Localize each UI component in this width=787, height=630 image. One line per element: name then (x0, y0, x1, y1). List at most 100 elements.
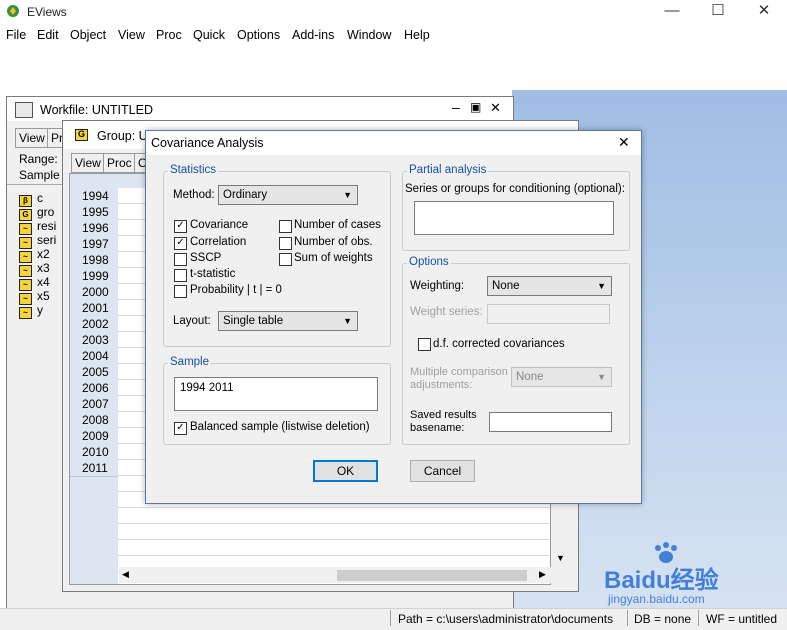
maximize-icon[interactable]: ☐ (695, 0, 741, 24)
menu-quick[interactable]: Quick (193, 28, 225, 42)
status-wf: WF = untitled (706, 612, 778, 626)
sum-of-weights-checkbox[interactable] (279, 253, 292, 266)
row-header-year[interactable]: 2005 (70, 364, 118, 381)
minimize-icon[interactable]: — (649, 0, 695, 24)
method-select[interactable]: Ordinary ▼ (218, 185, 358, 205)
sample-input[interactable]: 1994 2011 (174, 377, 378, 411)
status-separator (627, 610, 628, 626)
weight-series-input[interactable] (487, 304, 610, 324)
chevron-down-icon: ▼ (597, 372, 606, 382)
probability-label: Probability | t | = 0 (190, 284, 282, 296)
adjustments-label: adjustments: (410, 379, 473, 391)
dialog-titlebar[interactable]: Covariance Analysis ✕ (146, 131, 641, 155)
range-label: Range: (19, 152, 58, 166)
workfile-minimize-icon[interactable]: – (452, 99, 460, 115)
method-label: Method: (173, 189, 215, 201)
menu-object[interactable]: Object (70, 28, 106, 42)
balanced-sample-label: Balanced sample (listwise deletion) (190, 421, 370, 433)
weighting-select[interactable]: None ▼ (487, 276, 612, 296)
workfile-view-button[interactable]: View (15, 128, 49, 148)
layout-select[interactable]: Single table ▼ (218, 311, 358, 331)
row-header-year[interactable]: 1998 (70, 252, 118, 269)
workfile-maximize-icon[interactable]: ▣ (470, 100, 481, 114)
row-header-year[interactable]: 2000 (70, 284, 118, 301)
dialog-title: Covariance Analysis (151, 136, 264, 150)
covariance-label: Covariance (190, 219, 249, 231)
chevron-down-icon: ▼ (343, 316, 352, 326)
multiple-comparison-select[interactable]: None ▼ (511, 367, 612, 387)
chevron-down-icon: ▼ (343, 190, 352, 200)
sum-of-weights-label: Sum of weights (294, 252, 373, 264)
menu-help[interactable]: Help (404, 28, 430, 42)
multiple-comparison-label: Multiple comparison (410, 366, 508, 378)
row-header-year[interactable]: 2001 (70, 300, 118, 317)
status-path: Path = c:\users\administrator\documents (398, 612, 614, 626)
series-icon: ~ (19, 307, 32, 319)
row-header-year[interactable]: 2003 (70, 332, 118, 349)
dialog-close-icon[interactable]: ✕ (618, 134, 630, 151)
ok-button[interactable]: OK (313, 460, 378, 482)
row-header-year[interactable]: 2004 (70, 348, 118, 365)
basename-input[interactable] (489, 412, 612, 432)
horizontal-scrollbar[interactable]: ◀ ▶ (119, 567, 551, 583)
menu-addins[interactable]: Add-ins (292, 28, 334, 42)
balanced-sample-checkbox[interactable]: ✓ (174, 422, 187, 435)
row-header-year[interactable]: 2002 (70, 316, 118, 333)
divider (7, 184, 63, 185)
app-titlebar: EViews — ☐ ✕ (0, 0, 787, 24)
row-header-year[interactable]: 1996 (70, 220, 118, 237)
menu-edit[interactable]: Edit (37, 28, 59, 42)
cancel-button[interactable]: Cancel (410, 460, 475, 482)
row-header-year[interactable]: 1994 (70, 188, 118, 205)
weight-series-label: Weight series: (410, 306, 483, 318)
row-header-year[interactable]: 2011 (70, 460, 118, 477)
workfile-titlebar[interactable]: Workfile: UNTITLED – ▣ ✕ (7, 97, 513, 121)
scroll-right-icon[interactable]: ▶ (539, 569, 546, 580)
scroll-left-icon[interactable]: ◀ (122, 569, 129, 580)
row-header-year[interactable]: 2009 (70, 428, 118, 445)
group-proc-button[interactable]: Proc (103, 153, 136, 173)
correlation-checkbox[interactable]: ✓ (174, 237, 187, 250)
number-of-cases-checkbox[interactable] (279, 220, 292, 233)
t-statistic-label: t-statistic (190, 268, 236, 280)
watermark-sub-text: jingyan.baidu.com (608, 592, 705, 606)
scroll-thumb[interactable] (337, 570, 527, 581)
row-header-year[interactable]: 1995 (70, 204, 118, 221)
app-title: EViews (27, 5, 67, 19)
covariance-checkbox[interactable]: ✓ (174, 220, 187, 233)
df-corrected-label: d.f. corrected covariances (433, 338, 565, 350)
baidu-watermark: Baidu经验 jingyan.baidu.com (600, 542, 780, 612)
workfile-title: Workfile: UNTITLED (40, 103, 153, 117)
menu-view[interactable]: View (118, 28, 145, 42)
row-header-year[interactable]: 2008 (70, 412, 118, 429)
sscp-checkbox[interactable] (174, 253, 187, 266)
row-header-year[interactable]: 2010 (70, 444, 118, 461)
menu-file[interactable]: File (6, 28, 26, 42)
weighting-label: Weighting: (410, 280, 465, 292)
row-header-year[interactable]: 2007 (70, 396, 118, 413)
workfile-close-icon[interactable]: ✕ (490, 100, 501, 116)
covariance-dialog[interactable]: Covariance Analysis ✕ Statistics Method:… (145, 130, 642, 504)
number-of-obs-checkbox[interactable] (279, 237, 292, 250)
menu-window[interactable]: Window (347, 28, 391, 42)
group-view-button[interactable]: View (71, 153, 105, 173)
correlation-label: Correlation (190, 236, 247, 248)
conditioning-input[interactable] (414, 201, 614, 235)
sscp-label: SSCP (190, 252, 222, 264)
layout-label: Layout: (173, 315, 211, 327)
object-y[interactable]: ~ y (19, 303, 43, 319)
close-icon[interactable]: ✕ (741, 0, 787, 24)
menu-options[interactable]: Options (237, 28, 280, 42)
group-title: Group: U (97, 129, 148, 143)
status-db: DB = none (634, 612, 692, 626)
row-headers: 1994 1995 1996 1997 1998 1999 2000 2001 2002 2003… (70, 188, 118, 584)
t-statistic-checkbox[interactable] (174, 269, 187, 282)
probability-checkbox[interactable] (174, 285, 187, 298)
df-corrected-checkbox[interactable] (418, 338, 431, 351)
row-header-year[interactable]: 1999 (70, 268, 118, 285)
scroll-down-icon[interactable]: ▼ (556, 553, 565, 563)
menu-proc[interactable]: Proc (156, 28, 182, 42)
row-header-year[interactable]: 1997 (70, 236, 118, 253)
sample-legend: Sample (168, 356, 211, 368)
row-header-year[interactable]: 2006 (70, 380, 118, 397)
